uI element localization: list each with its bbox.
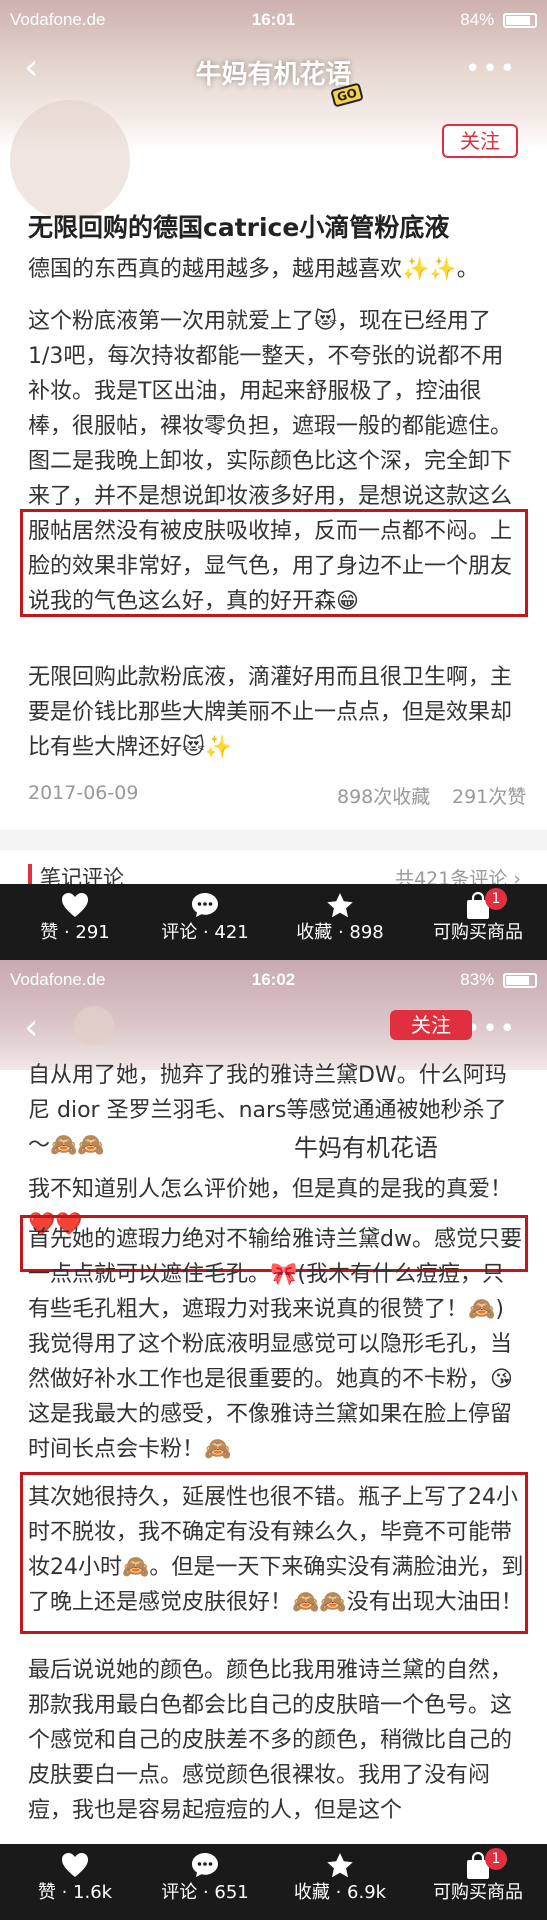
section-marker [28, 864, 32, 886]
heart-icon [20, 884, 130, 922]
status-bar: Vodafone.de 16:01 84% [0, 0, 547, 40]
screenshot-1: Vodafone.de 16:01 84% ‹ 牛妈有机花语 ••• GO 关注… [0, 0, 547, 960]
post-paragraph: 无限回购此款粉底液，滴灌好用而且很卫生啊，主要是价钱比那些大牌美丽不止一点点，但… [28, 665, 513, 760]
post-paragraph: 其次她很持久，延展性也很不错。瓶子上写了24小时不脱妆，我不确定有没有辣么久，毕… [28, 1485, 524, 1615]
collect-button[interactable]: 收藏 · 6.9k [285, 1844, 395, 1920]
more-options-icon[interactable]: ••• [465, 54, 517, 84]
buy-label: 可购买商品 [433, 922, 523, 943]
avatar [74, 1006, 114, 1046]
battery-indicator: 84% [460, 10, 537, 30]
chat-bubble-icon [150, 1844, 260, 1882]
post-paragraph: 自从用了她，抛弃了我的雅诗兰黛DW。什么阿玛尼 dior 圣罗兰羽毛、nars等… [28, 1063, 507, 1158]
shopping-bag-icon [418, 884, 538, 922]
battery-icon [503, 13, 537, 29]
avatar [10, 100, 130, 220]
back-icon[interactable]: ‹ [24, 1008, 38, 1048]
more-options-icon[interactable]: ••• [465, 1014, 517, 1044]
collect-label: 收藏 · 6.9k [293, 1882, 387, 1903]
comment-button[interactable]: 评论 · 651 [150, 1844, 260, 1920]
likes-count: 291次赞 [452, 786, 527, 808]
comment-button[interactable]: 评论 · 421 [150, 884, 260, 960]
shopping-bag-icon [418, 1844, 538, 1882]
heart-icon [20, 1844, 130, 1882]
buy-products-button[interactable]: 可购买商品 1 [418, 884, 538, 960]
post-date: 2017-06-09 [28, 782, 139, 804]
buy-products-button[interactable]: 可购买商品 1 [418, 1844, 538, 1920]
favorites-count: 898次收藏 [337, 786, 431, 808]
buy-label: 可购买商品 [433, 1882, 523, 1903]
bottom-action-bar: 赞 · 1.6k 评论 · 651 收藏 · 6.9k 可购买商品 1 [0, 1844, 547, 1920]
follow-button[interactable]: 关注 [442, 124, 518, 158]
battery-percent: 83% [460, 970, 495, 989]
like-button[interactable]: 赞 · 1.6k [20, 1844, 130, 1920]
bottom-action-bar: 赞 · 291 评论 · 421 收藏 · 898 可购买商品 1 [0, 884, 547, 960]
post-paragraph: 首先她的遮瑕力绝对不输给雅诗兰黛dw。感觉只要一点点就可以遮住毛孔。🎀(我木有什… [28, 1227, 522, 1462]
post-paragraph: 最后说说她的颜色。颜色比我用雅诗兰黛的自然，那款我用最白色都会比自己的皮肤暗一个… [28, 1658, 513, 1823]
like-label: 赞 · 1.6k [37, 1882, 113, 1903]
battery-icon [503, 973, 537, 989]
cart-count-badge: 1 [485, 888, 507, 910]
like-label: 赞 · 291 [40, 922, 110, 943]
comment-label: 评论 · 651 [161, 1882, 249, 1903]
highlight-box [20, 509, 528, 617]
comment-label: 评论 · 421 [161, 922, 249, 943]
screenshot-2: Vodafone.de 16:02 83% ‹ ••• 关注 自从用了她，抛弃了… [0, 960, 547, 1920]
nav-bar: ‹ 牛妈有机花语 ••• GO [0, 40, 547, 108]
like-button[interactable]: 赞 · 291 [20, 884, 130, 960]
chat-bubble-icon [150, 884, 260, 922]
follow-button[interactable]: 关注 [390, 1010, 472, 1040]
section-divider [0, 830, 547, 850]
watermark: 牛妈有机花语 [286, 1126, 446, 1165]
star-icon [285, 884, 395, 922]
cart-count-badge: 1 [485, 1848, 507, 1870]
post-title: 无限回购的德国catrice小滴管粉底液 [28, 213, 450, 242]
post-paragraph: 德国的东西真的越用越多，越用越喜欢✨✨。 [28, 257, 479, 282]
status-bar: Vodafone.de 16:02 83% [0, 960, 547, 1000]
battery-indicator: 83% [460, 970, 537, 990]
collect-button[interactable]: 收藏 · 898 [285, 884, 395, 960]
star-icon [285, 1844, 395, 1882]
battery-percent: 84% [460, 10, 495, 29]
collect-label: 收藏 · 898 [296, 922, 384, 943]
